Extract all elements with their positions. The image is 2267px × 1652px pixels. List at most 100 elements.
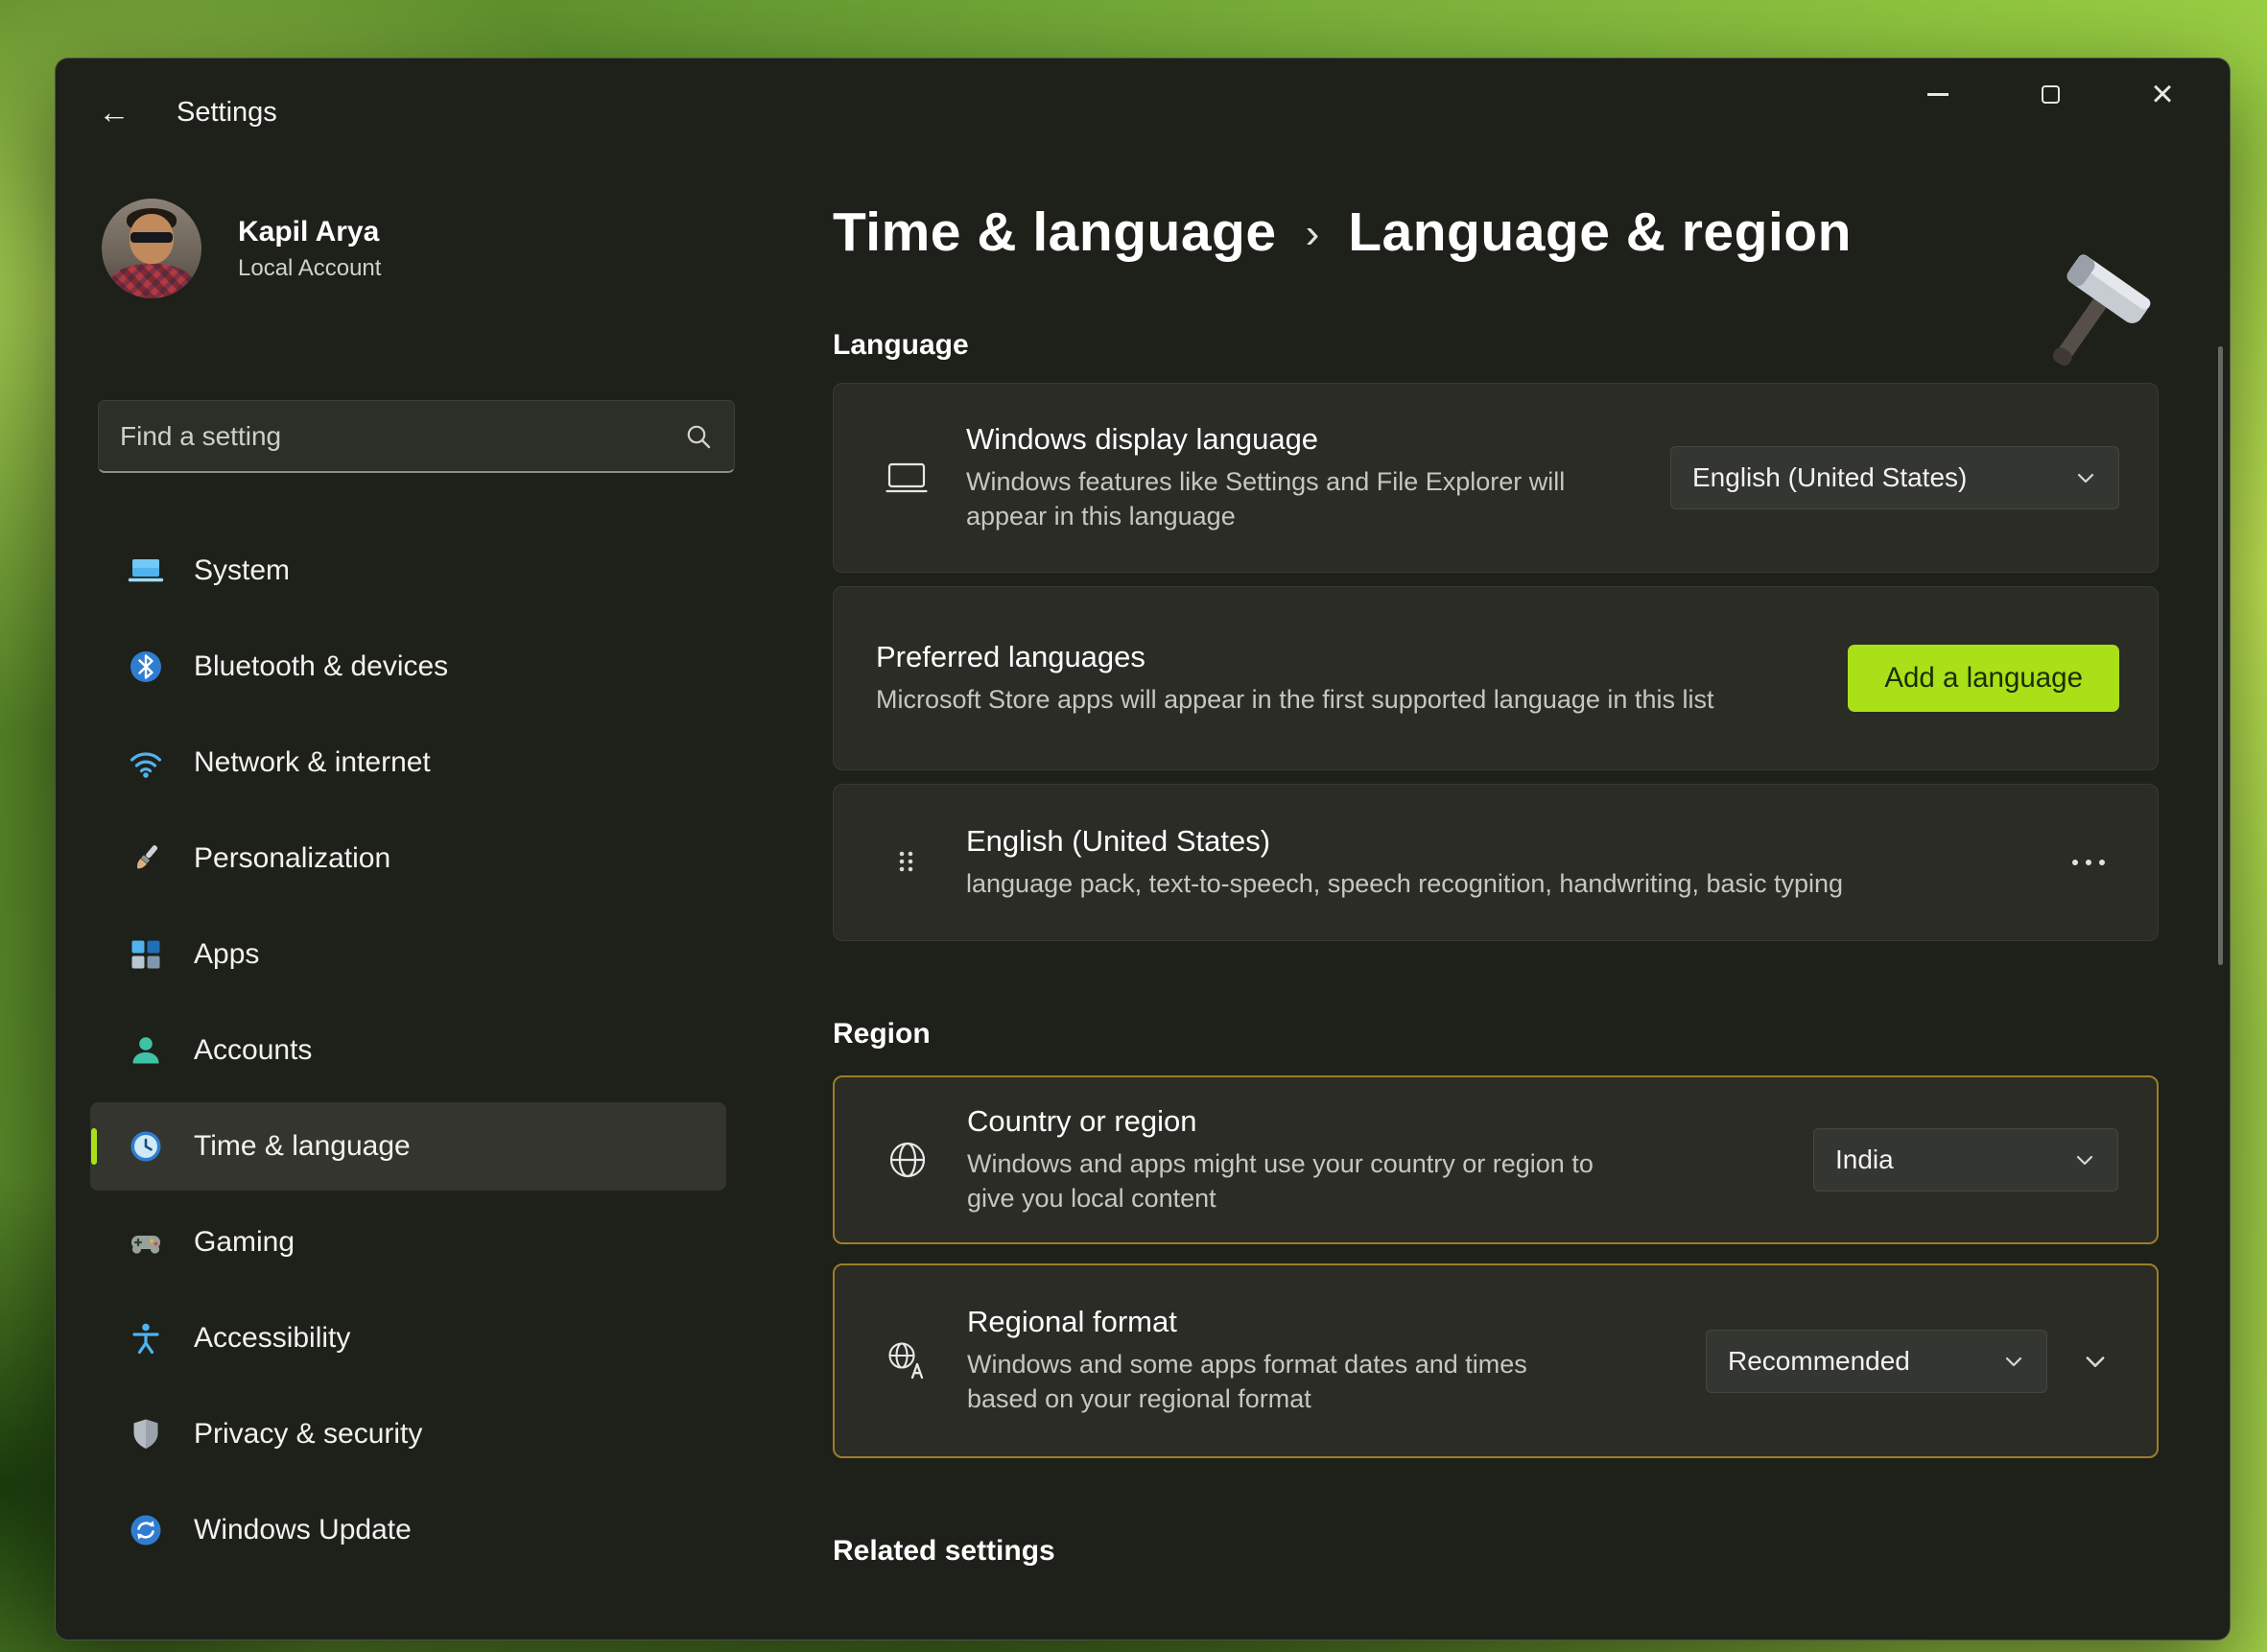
avatar bbox=[102, 199, 201, 298]
breadcrumb-separator-icon: › bbox=[1306, 210, 1320, 258]
card-text: English (United States) language pack, t… bbox=[966, 824, 1843, 902]
sidebar-item-gaming[interactable]: Gaming bbox=[90, 1198, 726, 1286]
country-dropdown[interactable]: India bbox=[1813, 1128, 2118, 1192]
sidebar: Kapil Arya Local Account System bbox=[56, 166, 738, 1640]
window-title: Settings bbox=[177, 97, 277, 129]
sidebar-item-windows-update[interactable]: Windows Update bbox=[90, 1486, 726, 1574]
gaming-icon bbox=[127, 1223, 165, 1262]
sidebar-nav: System Bluetooth & devices Network & int… bbox=[90, 527, 726, 1574]
country-region-card: Country or region Windows and apps might… bbox=[833, 1075, 2159, 1244]
sidebar-item-label: Bluetooth & devices bbox=[194, 650, 448, 683]
card-control: English (United States) bbox=[1670, 446, 2119, 509]
search-box[interactable] bbox=[98, 400, 735, 473]
sidebar-item-apps[interactable]: Apps bbox=[90, 910, 726, 999]
scrollbar[interactable] bbox=[2218, 346, 2223, 965]
network-icon bbox=[127, 743, 165, 782]
card-description: language pack, text-to-speech, speech re… bbox=[966, 867, 1843, 902]
search-input[interactable] bbox=[120, 421, 684, 452]
search-icon bbox=[684, 422, 713, 451]
expand-card-button[interactable] bbox=[2072, 1338, 2118, 1384]
dropdown-value: India bbox=[1835, 1145, 1894, 1175]
user-name: Kapil Arya bbox=[238, 216, 381, 248]
hammer-cursor-icon bbox=[2009, 250, 2162, 394]
sidebar-item-label: Time & language bbox=[194, 1130, 411, 1163]
main-content: Time & language › Language & region Lang… bbox=[738, 166, 2230, 1640]
language-item-card: English (United States) language pack, t… bbox=[833, 784, 2159, 941]
regional-format-dropdown[interactable]: Recommended bbox=[1706, 1330, 2047, 1393]
display-language-dropdown[interactable]: English (United States) bbox=[1670, 446, 2119, 509]
regional-format-icon bbox=[879, 1339, 936, 1383]
maximize-button[interactable] bbox=[2019, 68, 2082, 120]
close-icon: × bbox=[2151, 75, 2173, 113]
card-control: India bbox=[1813, 1128, 2118, 1192]
bluetooth-icon bbox=[127, 648, 165, 686]
regional-format-card: Regional format Windows and some apps fo… bbox=[833, 1263, 2159, 1458]
card-title: Country or region bbox=[967, 1104, 1639, 1139]
sidebar-item-label: Personalization bbox=[194, 842, 390, 875]
sidebar-item-accessibility[interactable]: Accessibility bbox=[90, 1294, 726, 1382]
globe-icon bbox=[879, 1138, 936, 1182]
breadcrumb-parent[interactable]: Time & language bbox=[833, 201, 1277, 264]
card-description: Windows features like Settings and File … bbox=[966, 465, 1638, 534]
settings-window: ← Settings × Kapil Arya Local Account bbox=[55, 58, 2231, 1640]
card-control: Add a language bbox=[1848, 645, 2119, 712]
sidebar-item-bluetooth-devices[interactable]: Bluetooth & devices bbox=[90, 623, 726, 711]
card-description: Microsoft Store apps will appear in the … bbox=[876, 683, 1713, 718]
back-arrow-icon: ← bbox=[99, 94, 130, 130]
window-body: Kapil Arya Local Account System bbox=[56, 166, 2230, 1640]
minimize-button[interactable] bbox=[1906, 68, 1970, 120]
sidebar-item-system[interactable]: System bbox=[90, 527, 726, 615]
personalization-icon bbox=[127, 839, 165, 878]
region-section-heading: Region bbox=[833, 1018, 2159, 1050]
titlebar: ← Settings × bbox=[56, 59, 2230, 166]
card-title: Windows display language bbox=[966, 422, 1638, 457]
related-settings-heading: Related settings bbox=[833, 1535, 2159, 1568]
windows-display-language-card: Windows display language Windows feature… bbox=[833, 383, 2159, 573]
chevron-down-icon bbox=[2074, 466, 2097, 489]
account-type: Local Account bbox=[238, 255, 381, 282]
sidebar-item-label: Accounts bbox=[194, 1034, 312, 1067]
privacy-icon bbox=[127, 1415, 165, 1453]
maximize-icon bbox=[2042, 85, 2060, 104]
drag-handle-icon[interactable] bbox=[878, 843, 935, 882]
user-profile[interactable]: Kapil Arya Local Account bbox=[102, 199, 738, 298]
sidebar-item-network-internet[interactable]: Network & internet bbox=[90, 719, 726, 807]
preferred-languages-card: Preferred languages Microsoft Store apps… bbox=[833, 586, 2159, 770]
display-icon bbox=[878, 459, 935, 497]
sidebar-item-accounts[interactable]: Accounts bbox=[90, 1006, 726, 1095]
sidebar-item-label: Accessibility bbox=[194, 1322, 350, 1355]
window-controls: × bbox=[1906, 68, 2194, 120]
card-title: Preferred languages bbox=[876, 640, 1713, 674]
sidebar-item-label: Gaming bbox=[194, 1226, 295, 1259]
chevron-down-icon bbox=[2082, 1348, 2109, 1375]
dropdown-value: Recommended bbox=[1728, 1346, 1910, 1377]
card-text: Preferred languages Microsoft Store apps… bbox=[876, 640, 1713, 718]
dropdown-value: English (United States) bbox=[1692, 462, 1967, 493]
card-text: Country or region Windows and apps might… bbox=[967, 1104, 1639, 1216]
sidebar-item-label: Apps bbox=[194, 938, 259, 971]
accounts-icon bbox=[127, 1031, 165, 1070]
language-section-heading: Language bbox=[833, 329, 2159, 362]
sidebar-item-label: Network & internet bbox=[194, 746, 431, 779]
sidebar-item-time-language[interactable]: Time & language bbox=[90, 1102, 726, 1191]
page-title: Language & region bbox=[1348, 201, 1852, 264]
card-control bbox=[2058, 839, 2119, 885]
sidebar-item-privacy-security[interactable]: Privacy & security bbox=[90, 1390, 726, 1478]
ellipsis-icon bbox=[2067, 848, 2110, 877]
card-description: Windows and apps might use your country … bbox=[967, 1147, 1639, 1216]
sidebar-item-personalization[interactable]: Personalization bbox=[90, 814, 726, 903]
profile-text: Kapil Arya Local Account bbox=[238, 216, 381, 282]
add-language-button[interactable]: Add a language bbox=[1848, 645, 2119, 712]
back-button[interactable]: ← bbox=[87, 85, 141, 139]
sidebar-item-label: Privacy & security bbox=[194, 1418, 422, 1451]
avatar-graphic bbox=[130, 232, 173, 243]
accessibility-icon bbox=[127, 1319, 165, 1357]
more-options-button[interactable] bbox=[2058, 839, 2119, 885]
breadcrumb: Time & language › Language & region bbox=[833, 201, 2159, 264]
minimize-icon bbox=[1927, 93, 1948, 96]
apps-icon bbox=[127, 935, 165, 974]
chevron-down-icon bbox=[2002, 1350, 2025, 1373]
selected-indicator bbox=[91, 1128, 97, 1165]
close-button[interactable]: × bbox=[2131, 68, 2194, 120]
system-icon bbox=[127, 552, 165, 590]
